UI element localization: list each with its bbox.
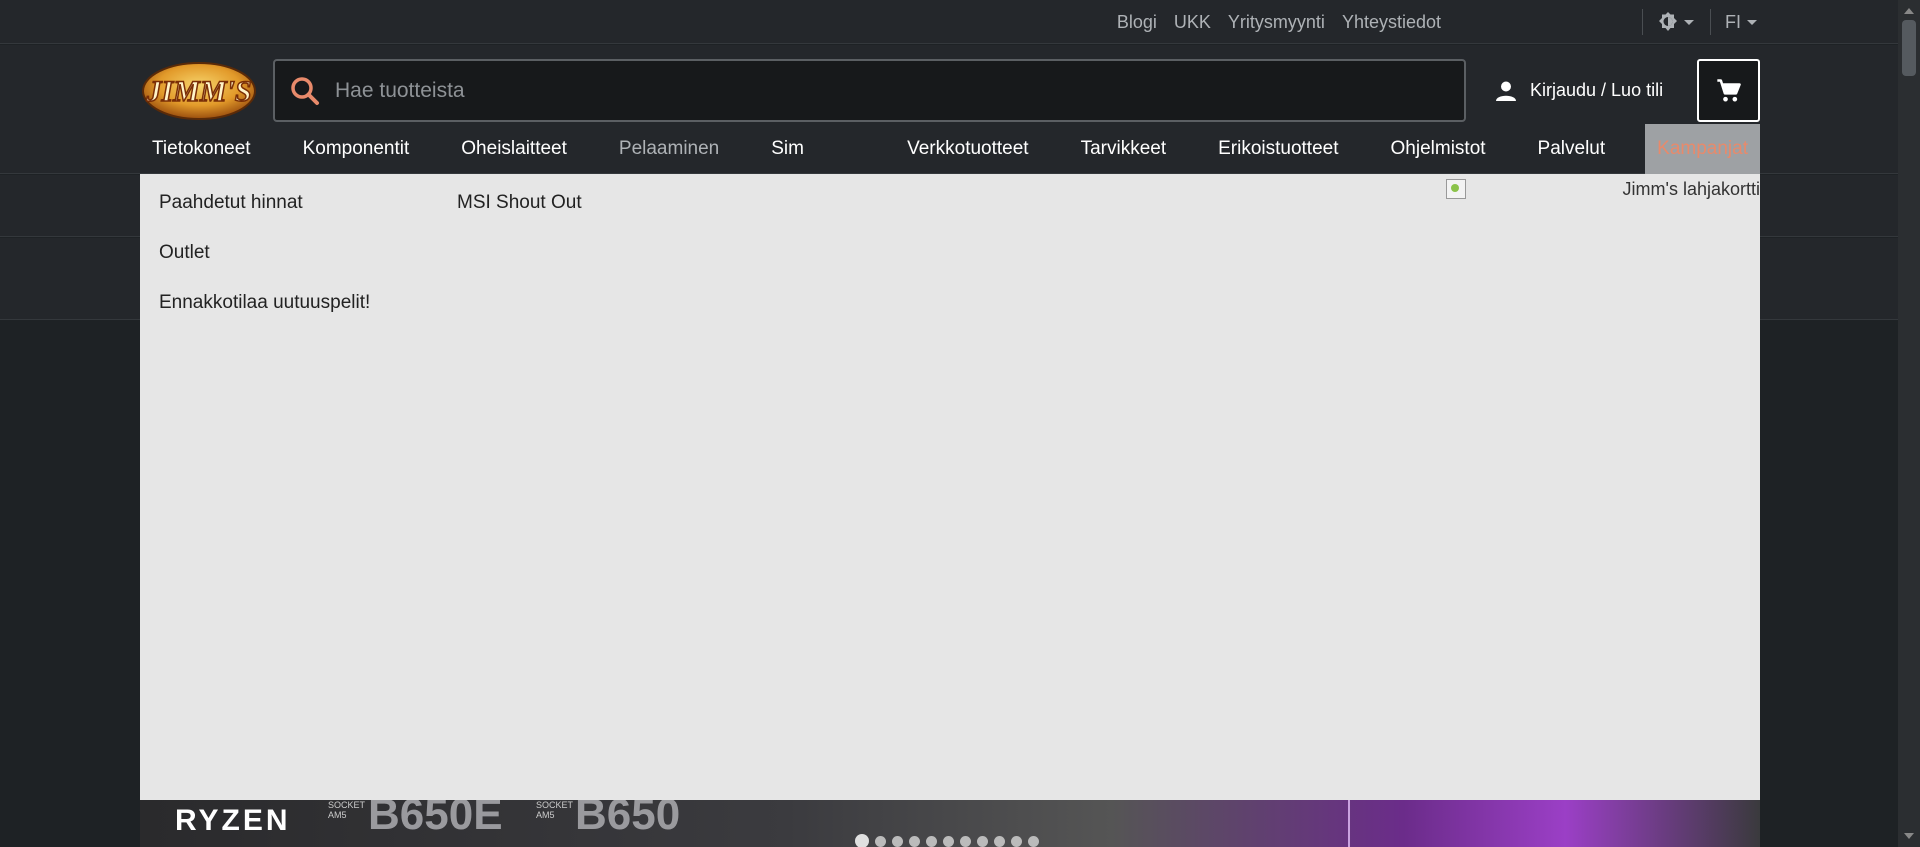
user-icon [1496,81,1516,101]
top-utility-bar: Blogi UKK Yritysmyynti Yhteystiedot FI [0,0,1898,44]
banner-brand: RYZEN [175,804,291,837]
language-label: FI [1725,11,1741,32]
top-link-blog[interactable]: Blogi [1117,12,1157,33]
chevron-down-icon [1684,19,1694,25]
carousel-dot[interactable] [994,835,1005,847]
dropdown-link-msi-shout-out[interactable]: MSI Shout Out [457,174,582,224]
main-nav: Tietokoneet Komponentit Oheislaitteet Pe… [140,124,1760,209]
nav-item-computers[interactable]: Tietokoneet [140,124,263,174]
banner-divider [1348,800,1350,847]
search-icon [291,76,319,105]
login-label: Kirjaudu / Luo tili [1530,80,1664,100]
carousel-dot[interactable] [892,835,903,847]
banner-socket-label: SOCKET AM5 [536,800,574,820]
nav-item-accessories[interactable]: Tarvikkeet [1069,124,1179,174]
nav-item-network[interactable]: Verkkotuotteet [895,124,1040,174]
broken-image-icon [1446,179,1466,199]
nav-item-components[interactable]: Komponentit [291,124,422,174]
scroll-down-icon[interactable] [1904,833,1914,839]
divider [1642,9,1643,35]
svg-text:JIMM'S: JIMM'S [145,75,251,108]
banner-chip-b650e: B650E [368,800,503,839]
banner-socket-label: SOCKET AM5 [328,800,366,820]
site-header: JIMM'S Kirjaudu / Luo tili Tietokoneet K… [0,45,1898,209]
carousel-dot[interactable] [943,835,954,847]
top-links: Blogi UKK Yritysmyynti Yhteystiedot [1117,0,1441,44]
nav-item-sim-racing[interactable]: Sim Racing [759,124,867,209]
top-link-business-sales[interactable]: Yritysmyynti [1228,12,1325,33]
dropdown-column: MSI Shout Out [457,174,582,224]
carousel-dot[interactable] [1028,835,1039,847]
carousel-dot[interactable] [875,835,886,847]
scrollbar[interactable] [1898,0,1920,847]
scrollbar-thumb[interactable] [1902,20,1916,76]
top-link-faq[interactable]: UKK [1174,12,1211,33]
nav-item-gaming[interactable]: Pelaaminen [607,124,731,174]
dropdown-link-preorder-games[interactable]: Ennakkotilaa uutuuspelit! [159,274,370,324]
dropdown-column: Paahdetut hinnat Outlet Ennakkotilaa uut… [159,174,370,324]
chevron-down-icon [1747,19,1757,25]
search-box[interactable] [273,59,1466,122]
top-link-contact[interactable]: Yhteystiedot [1342,12,1441,33]
nav-item-peripherals[interactable]: Oheislaitteet [449,124,579,174]
carousel-dot[interactable] [960,835,971,847]
scroll-up-icon[interactable] [1904,8,1914,14]
banner-chip-b650: B650 [575,800,681,839]
carousel-dot[interactable] [926,835,937,847]
site-logo[interactable]: JIMM'S [140,60,258,122]
login-button[interactable]: Kirjaudu / Luo tili [1494,59,1663,122]
dropdown-link-outlet[interactable]: Outlet [159,224,370,274]
nav-item-campaigns[interactable]: Kampanjat [1645,124,1760,174]
carousel-dots [855,834,1039,847]
cart-icon [1716,78,1741,101]
language-selector[interactable]: FI [1725,0,1757,44]
nav-item-software[interactable]: Ohjelmistot [1379,124,1498,174]
carousel-dot[interactable] [855,834,869,847]
nav-item-services[interactable]: Palvelut [1526,124,1618,174]
divider [1710,9,1711,35]
gift-card-alt-text: Jimm's lahjakortti [1622,178,1760,199]
jimms-logo-icon: JIMM'S [142,62,256,120]
contrast-icon [1659,12,1677,31]
cart-button[interactable] [1697,59,1760,122]
search-input[interactable] [335,78,1435,103]
carousel-dot[interactable] [977,835,988,847]
dropdown-link-roasted-prices[interactable]: Paahdetut hinnat [159,174,370,224]
nav-item-special-products[interactable]: Erikoistuotteet [1206,124,1350,174]
carousel-dot[interactable] [1011,835,1022,847]
carousel-dot[interactable] [909,835,920,847]
campaigns-dropdown: Paahdetut hinnat Outlet Ennakkotilaa uut… [140,174,1760,800]
gift-card-image[interactable]: Jimm's lahjakortti [1446,174,1760,204]
theme-toggle[interactable] [1656,9,1694,35]
